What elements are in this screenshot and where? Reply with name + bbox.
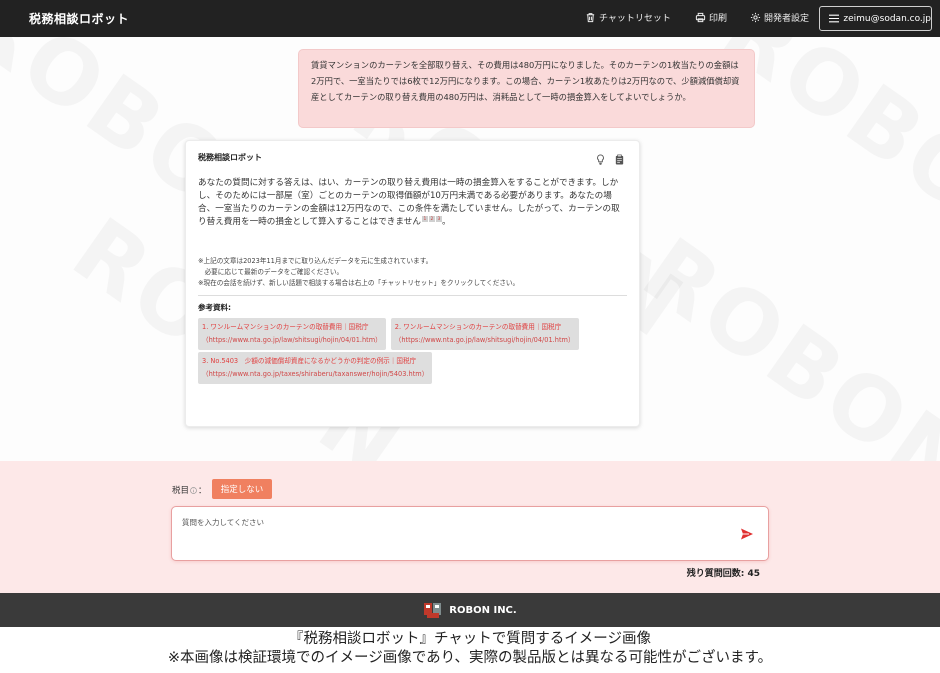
- company-name: ROBON INC.: [449, 604, 517, 616]
- image-caption: 『税務相談ロボット』チャットで質問するイメージ画像 ※本画像は検証環境でのイメー…: [0, 630, 940, 668]
- user-menu-button[interactable]: zeimu@sodan.co.jp: [819, 6, 932, 31]
- bot-response-card: 税務相談ロボット あなたの質問に対する答えは、はい、カーテンの取り替え費用は一時…: [185, 140, 640, 427]
- reference-link-3[interactable]: 3. No.5403 少額の減価償却資産になるかどうかの判定の例示｜国税庁 （h…: [198, 352, 433, 384]
- remaining-questions-count: 残り質問回数: 45: [686, 569, 760, 579]
- user-email: zeimu@sodan.co.jp: [843, 13, 931, 24]
- chat-reset-label: チャットリセット: [599, 14, 671, 24]
- robon-logo-icon: [424, 603, 442, 618]
- send-icon[interactable]: [740, 527, 754, 541]
- developer-settings-button[interactable]: 開発者設定: [750, 11, 809, 24]
- references-title: 参考資料:: [198, 303, 231, 312]
- reference-link-1[interactable]: 1. ワンルームマンションのカーテンの取替費用｜国税庁 （https://www…: [198, 318, 386, 350]
- footer: ROBON INC.: [0, 593, 940, 627]
- citation-marker[interactable]: 2: [428, 216, 435, 223]
- citation-marker[interactable]: 1: [421, 216, 428, 223]
- gear-icon: [750, 12, 761, 23]
- user-message-bubble: 賃貸マンションのカーテンを全部取り替え、その費用は480万円になりました。そのカ…: [298, 49, 755, 128]
- watermark-text: ROBON: [625, 218, 940, 461]
- bot-answer-text: あなたの質問に対する答えは、はい、カーテンの取り替え費用は一時の損金算入をするこ…: [198, 178, 620, 227]
- clipboard-icon[interactable]: [614, 154, 625, 165]
- trash-icon: [586, 13, 595, 23]
- lightbulb-icon[interactable]: [595, 154, 606, 165]
- info-icon[interactable]: [190, 487, 197, 494]
- reference-link-2[interactable]: 2. ワンルームマンションのカーテンの取替費用｜国税庁 （https://www…: [390, 318, 579, 350]
- reference-list: 1. ワンルームマンションのカーテンの取替費用｜国税庁 （https://www…: [198, 318, 630, 384]
- tax-category-select-button[interactable]: 指定しない: [212, 479, 272, 499]
- top-navigation-bar: 税務相談ロボット チャットリセット 印刷 開発者設定 zeimu@sodan.c…: [0, 0, 940, 37]
- hamburger-menu-icon: [829, 14, 840, 23]
- question-input[interactable]: [182, 517, 702, 547]
- caption-line-1: 『税務相談ロボット』チャットで質問するイメージ画像: [288, 631, 652, 647]
- question-input-box[interactable]: [171, 506, 769, 561]
- bot-name: 税務相談ロボット: [198, 153, 262, 162]
- divider: [198, 295, 627, 296]
- developer-settings-label: 開発者設定: [764, 14, 810, 24]
- print-button[interactable]: 印刷: [695, 11, 727, 24]
- print-label: 印刷: [709, 14, 728, 24]
- tax-category-label: 税目：: [172, 486, 207, 496]
- chat-history-area[interactable]: ROBON ROBON ROBON ROBON ROBON 賃貸マンションのカー…: [0, 37, 940, 461]
- printer-icon: [695, 12, 706, 23]
- disclaimer-notes: ※上記の文章は2023年11月までに取り込んだデータを元に生成されています。 必…: [198, 257, 520, 287]
- chat-reset-button[interactable]: チャットリセット: [585, 11, 671, 24]
- app-brand-title[interactable]: 税務相談ロボット: [29, 10, 129, 27]
- question-input-panel: 税目： 指定しない 残り質問回数: 45: [0, 461, 940, 593]
- caption-line-2: ※本画像は検証環境でのイメージ画像であり、実際の製品版とは異なる可能性がございま…: [167, 650, 773, 666]
